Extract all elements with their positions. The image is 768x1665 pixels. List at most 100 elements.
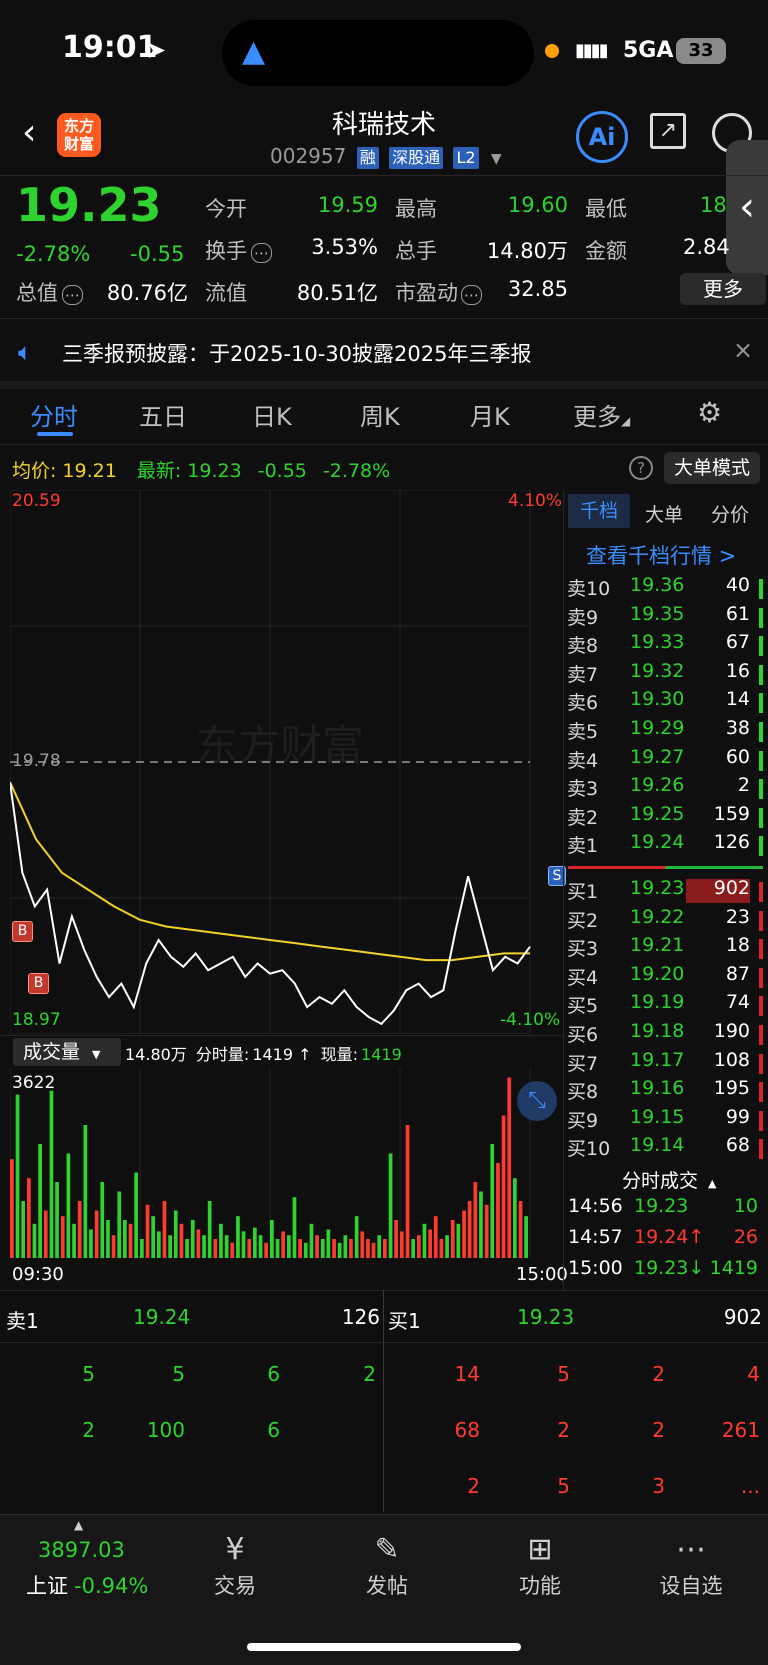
bid-price: 19.15: [630, 1105, 685, 1128]
queue-buy-cell: 3: [652, 1474, 665, 1498]
info-icon[interactable]: ⋯: [251, 243, 272, 263]
ask-price: 19.29: [630, 717, 685, 739]
nav-trade[interactable]: ¥ 交易: [180, 1530, 290, 1600]
volume-bar: [360, 1231, 365, 1258]
trade-row: 15:00 19.23↓ 1419: [566, 1257, 766, 1285]
pct-min-label: -4.10%: [500, 1010, 561, 1030]
queue-buy-cell: ...: [740, 1474, 760, 1498]
volume-bar: [66, 1153, 71, 1258]
ask-row: 卖3 19.26 2: [566, 774, 766, 802]
help-icon[interactable]: ?: [629, 456, 653, 480]
volume-bar: [524, 1216, 528, 1258]
ask-price: 19.26: [630, 774, 685, 797]
bid-label: 买9: [567, 1109, 599, 1132]
depth-tab-1000[interactable]: 千档: [568, 494, 630, 528]
low-label: 最低: [585, 197, 627, 221]
volume-bar: [230, 1242, 235, 1258]
x-start-label: 09:30: [12, 1264, 64, 1285]
y-min-label: 18.97: [12, 1010, 61, 1030]
y-max-label: 20.59: [12, 491, 61, 511]
info-icon[interactable]: ⋯: [62, 285, 83, 305]
depth-tab-big[interactable]: 大单: [645, 500, 683, 527]
bid-volume: 23: [725, 905, 750, 928]
queue-sell-cell: 2: [363, 1362, 376, 1386]
mktcap-label: 总值 ⋯: [16, 277, 83, 307]
volume-bar: [326, 1229, 331, 1258]
bid-row: 买10 19.14 68: [566, 1134, 766, 1162]
gear-icon[interactable]: ⚙: [697, 396, 722, 429]
volume-bar: [89, 1229, 93, 1258]
volume-bar: [224, 1235, 229, 1258]
volume-chart[interactable]: [10, 1068, 562, 1258]
volume-bar: [377, 1235, 382, 1258]
nav-post[interactable]: ✎ 发帖: [332, 1530, 442, 1600]
ask-price: 19.30: [630, 688, 685, 711]
ask-bar: [759, 722, 763, 742]
bid-volume: 108: [713, 1048, 750, 1071]
tab-timeshare[interactable]: 分时: [30, 397, 78, 432]
bid-volume: 18: [725, 934, 750, 957]
view-depth-link[interactable]: 查看千档行情 >: [586, 540, 736, 570]
volume-bar: [190, 1220, 195, 1258]
volume-bar: [439, 1239, 444, 1258]
index-value[interactable]: 3897.03: [38, 1538, 125, 1562]
ask-bar: [759, 750, 763, 771]
change-pct: -2.78%: [16, 242, 91, 266]
y-ref-label: 19.78: [12, 751, 61, 771]
side-panel-handle[interactable]: ‹: [726, 140, 768, 275]
volume-bar: [473, 1182, 478, 1258]
tab-more[interactable]: 更多◢: [573, 397, 630, 432]
volume-bar: [320, 1239, 325, 1258]
ask-volume: 61: [725, 602, 750, 625]
float-value: 80.51亿: [296, 281, 378, 305]
volume-bar: [417, 1235, 421, 1258]
ai-button[interactable]: Ai: [576, 111, 628, 163]
more-button[interactable]: 更多: [680, 273, 766, 305]
stock-code: 002957: [270, 144, 347, 168]
tab-month-k[interactable]: 月K: [470, 397, 510, 432]
volume-bar: [94, 1210, 99, 1258]
bid-label: 买10: [567, 1138, 611, 1161]
volume-bar: [38, 1144, 42, 1258]
price-chart[interactable]: 东方财富: [10, 490, 562, 1034]
trade-volume: 26: [733, 1226, 758, 1248]
volume-selector[interactable]: 成交量 ▼: [13, 1038, 121, 1066]
tab-five-day[interactable]: 五日: [139, 397, 187, 432]
index-row[interactable]: 上证 -0.94%: [26, 1570, 148, 1600]
buy-marker[interactable]: B: [12, 921, 33, 942]
volume-bar: [388, 1153, 393, 1258]
stock-code-row[interactable]: 002957 融 深股通 L2 ▼: [270, 144, 502, 169]
bid-bar: [759, 1082, 763, 1103]
tab-day-k[interactable]: 日K: [252, 397, 292, 432]
mktcap-value: 80.76亿: [106, 281, 188, 305]
close-icon[interactable]: ×: [733, 336, 753, 364]
volume-bar: [60, 1216, 65, 1258]
expand-chart-icon[interactable]: ⤡: [517, 1081, 557, 1121]
recording-dot-icon: [545, 44, 559, 58]
notice-text[interactable]: 三季报预披露：于2025-10-30披露2025年三季报: [62, 338, 531, 368]
queue-buy-vol: 902: [723, 1305, 762, 1329]
ask-label: 卖5: [567, 721, 599, 743]
volume-bar: [77, 1201, 82, 1258]
volume-bar: [179, 1223, 184, 1258]
volume-bar: [343, 1235, 348, 1258]
ask-bar: [759, 693, 763, 714]
ask-volume: 38: [725, 717, 750, 739]
queue-sell-cell: 5: [82, 1362, 95, 1386]
ask-bar: [759, 836, 763, 857]
nav-watchlist[interactable]: ⋯ 设自选: [636, 1530, 746, 1600]
volume-value: 14.80万: [486, 239, 568, 263]
nav-functions[interactable]: ⊞ 功能: [485, 1530, 595, 1600]
big-order-mode-button[interactable]: 大单模式: [664, 452, 760, 484]
share-icon[interactable]: ↗: [650, 113, 686, 149]
depth-tab-price[interactable]: 分价: [711, 500, 749, 527]
buy-marker[interactable]: B: [28, 973, 49, 994]
queue-sell-cell: 6: [267, 1418, 280, 1442]
bid-row: 买1 19.23 902: [566, 877, 766, 905]
index-chevron-icon[interactable]: ▲: [74, 1518, 83, 1532]
tab-week-k[interactable]: 周K: [360, 397, 400, 432]
trade-volume: 1419: [709, 1257, 758, 1279]
trade-row: 14:56 19.23 10: [566, 1195, 766, 1223]
volume-bar: [309, 1223, 314, 1258]
volume-bar: [134, 1172, 138, 1258]
